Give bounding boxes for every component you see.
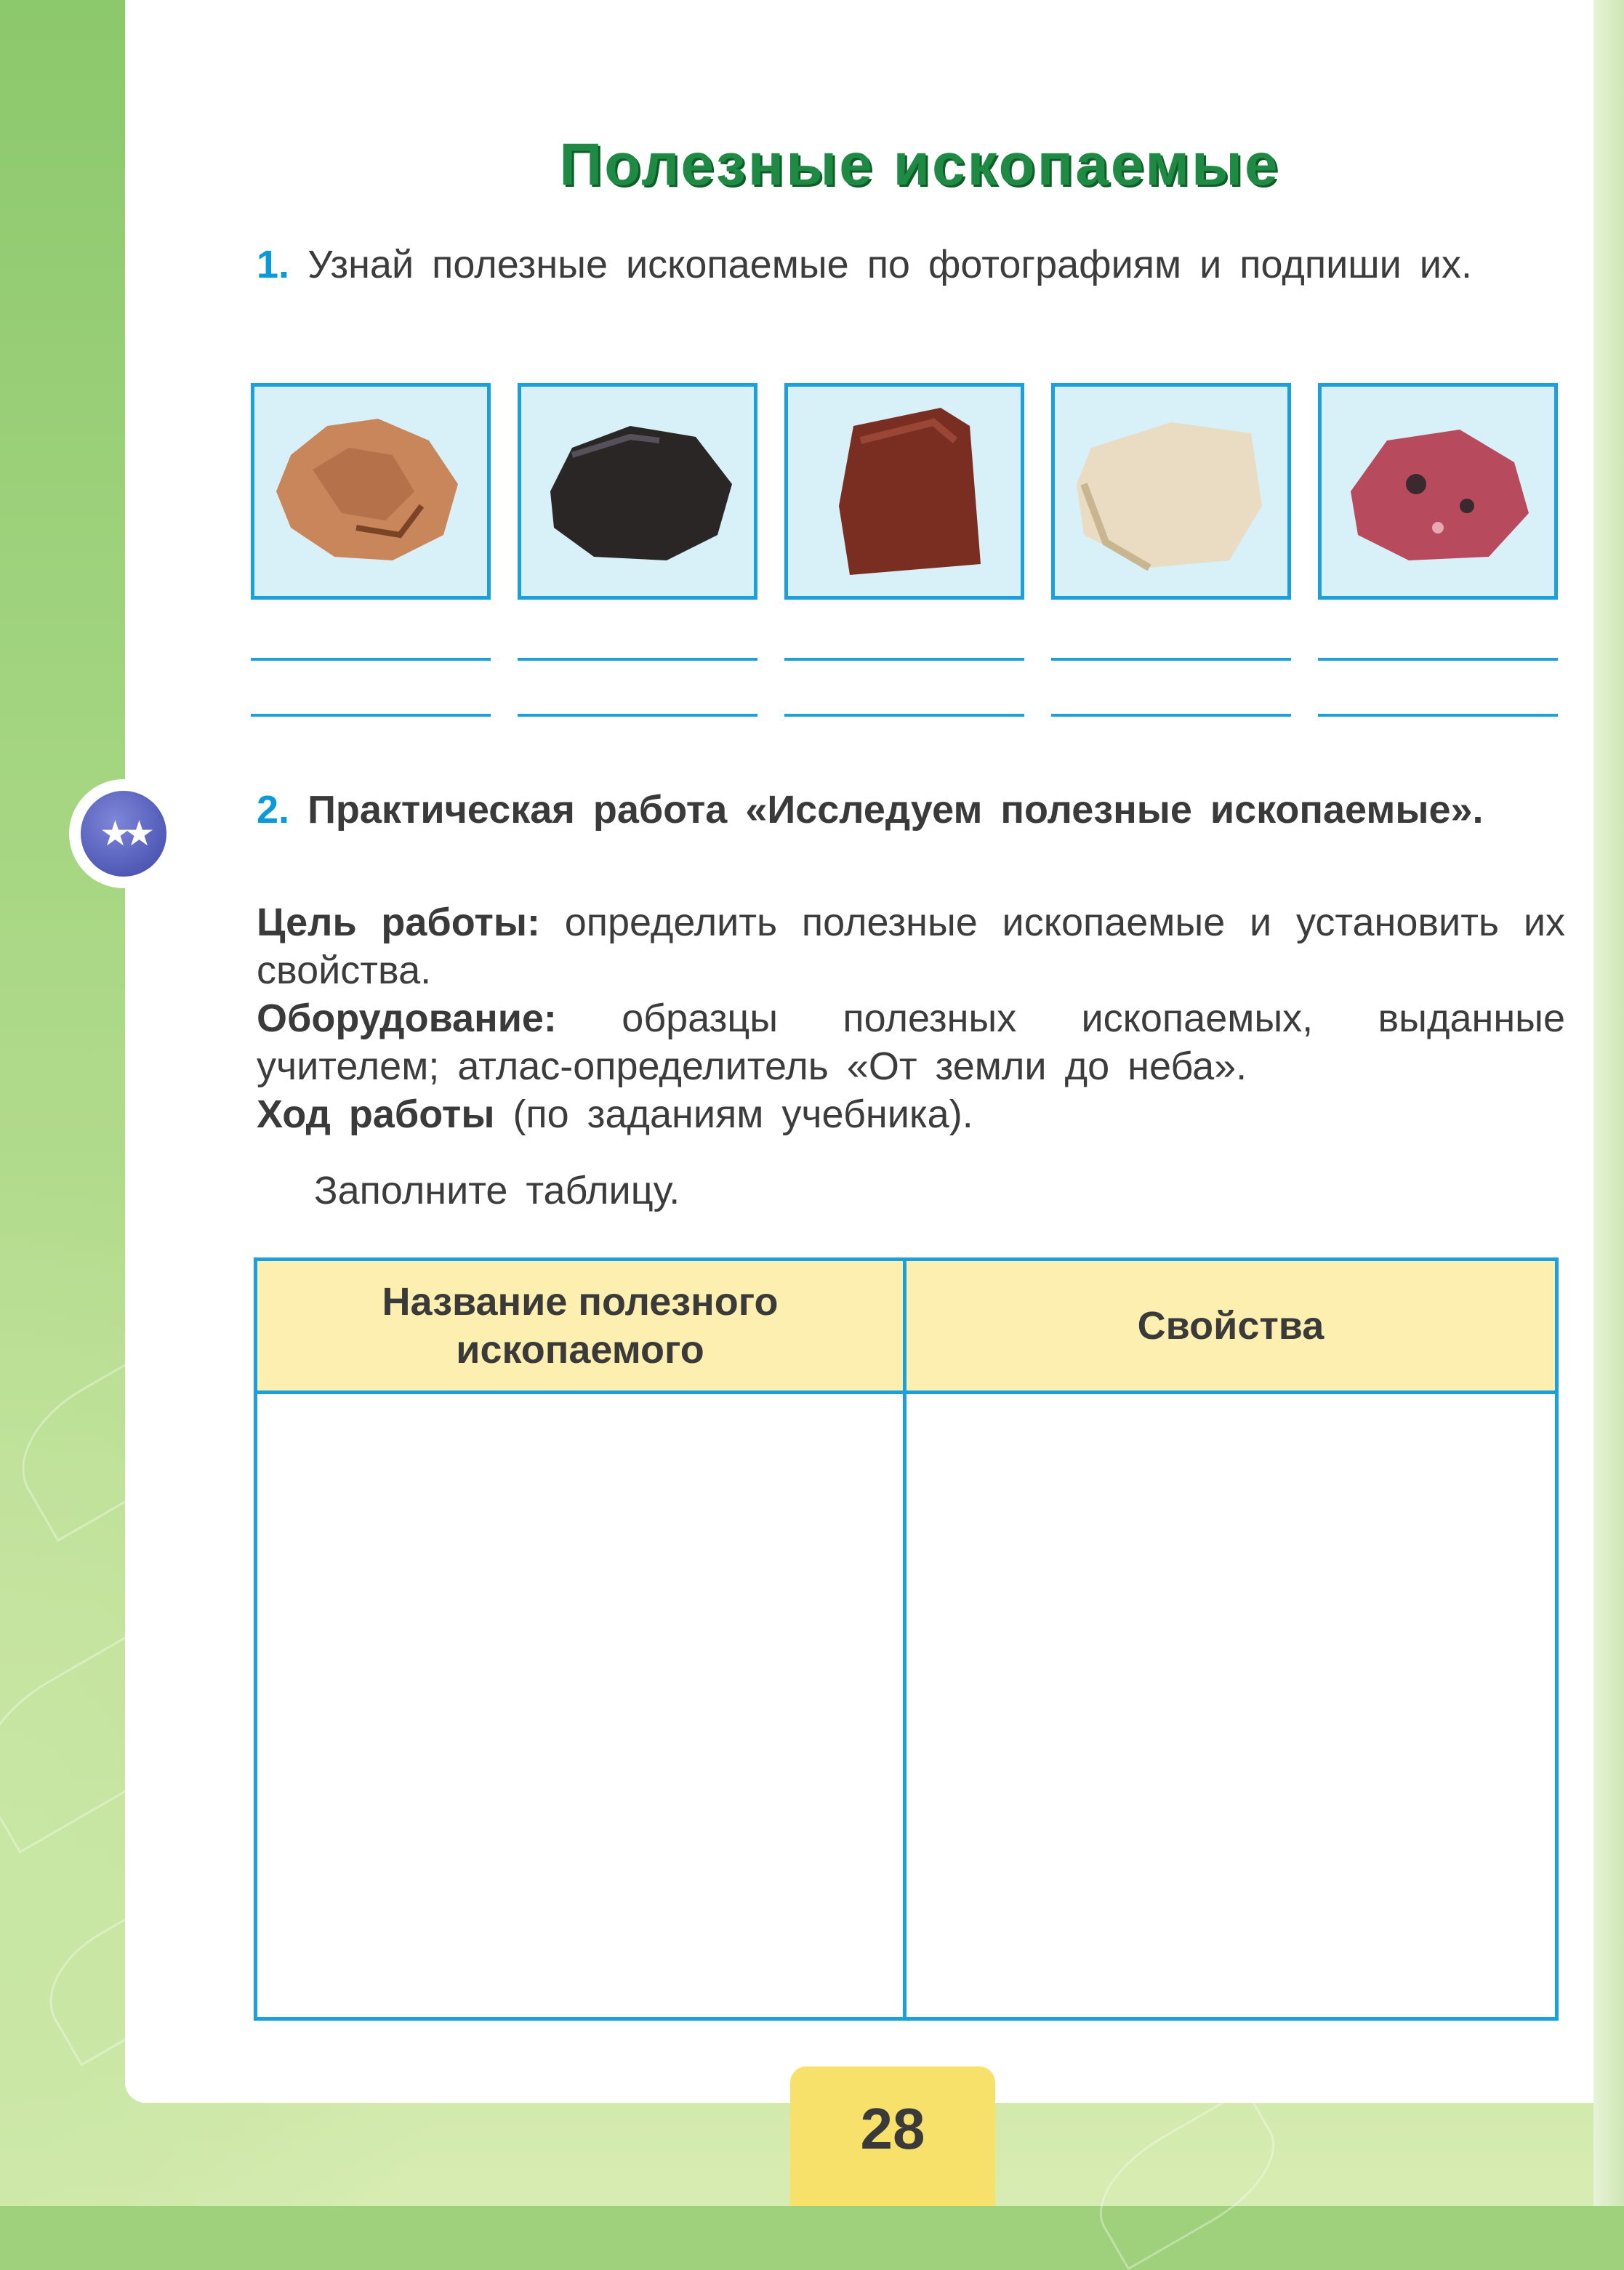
answer-line[interactable]: [1051, 714, 1291, 717]
task-1-number: 1.: [257, 243, 290, 286]
difficulty-badge: ★★: [69, 779, 178, 888]
rock-photo-1: [251, 383, 491, 600]
rock-photo-row: [251, 383, 1559, 601]
goal-label: Цель работы:: [257, 901, 540, 944]
name-answer-cell[interactable]: [254, 1390, 907, 2021]
equipment-label: Оборудование:: [257, 997, 557, 1040]
column-header-name: Название полезного ископаемого: [254, 1257, 907, 1394]
procedure-label: Ход работы: [257, 1092, 495, 1136]
rock-sample-3-icon: [839, 408, 981, 575]
rock-sample-5-icon: [1351, 430, 1529, 560]
answer-line[interactable]: [784, 658, 1024, 661]
properties-answer-cell[interactable]: [903, 1390, 1559, 2021]
rock-sample-2-icon: [550, 426, 732, 560]
rock-sample-1-icon: [276, 419, 458, 560]
properties-table: Название полезного ископаемого Свойства: [254, 1257, 1559, 2021]
answer-line[interactable]: [1318, 658, 1558, 661]
rock-sample-4-icon: [1077, 422, 1262, 571]
rock-photo-5: [1318, 383, 1558, 600]
column-header-properties: Свойства: [903, 1257, 1559, 1394]
answer-line[interactable]: [1051, 658, 1291, 661]
task-2-number: 2.: [257, 788, 290, 832]
page-edge: [1593, 0, 1624, 2206]
answer-line[interactable]: [784, 714, 1024, 717]
two-stars-icon: ★★: [81, 791, 166, 877]
answer-line[interactable]: [518, 658, 757, 661]
table-row: [254, 1390, 1559, 2021]
task-1: 1. Узнай полезные ископаемые по фотограф…: [257, 240, 1565, 289]
rock-photo-4: [1051, 383, 1291, 600]
table-instruction: Заполните таблицу.: [314, 1169, 680, 1212]
task-2-body: Цель работы: определить полезные ископае…: [257, 898, 1565, 1138]
answer-line[interactable]: [251, 714, 491, 717]
answer-line[interactable]: [1318, 714, 1558, 717]
page-title: Полезные ископаемые: [559, 132, 1280, 198]
answer-line[interactable]: [251, 658, 491, 661]
rock-photo-3: [784, 383, 1024, 600]
task-2-title: Практическая работа «Исследуем полезные …: [307, 788, 1484, 832]
task-1-text: Узнай полезные ископаемые по фотографиям…: [307, 243, 1472, 286]
table-header-row: Название полезного ископаемого Свойства: [254, 1257, 1559, 1394]
task-2-heading: 2. Практическая работа «Исследуем полезн…: [257, 785, 1565, 834]
procedure-text: (по заданиям учебника).: [512, 1092, 973, 1136]
answer-line[interactable]: [518, 714, 757, 717]
rock-photo-2: [518, 383, 757, 600]
page-number: 28: [790, 2066, 995, 2206]
